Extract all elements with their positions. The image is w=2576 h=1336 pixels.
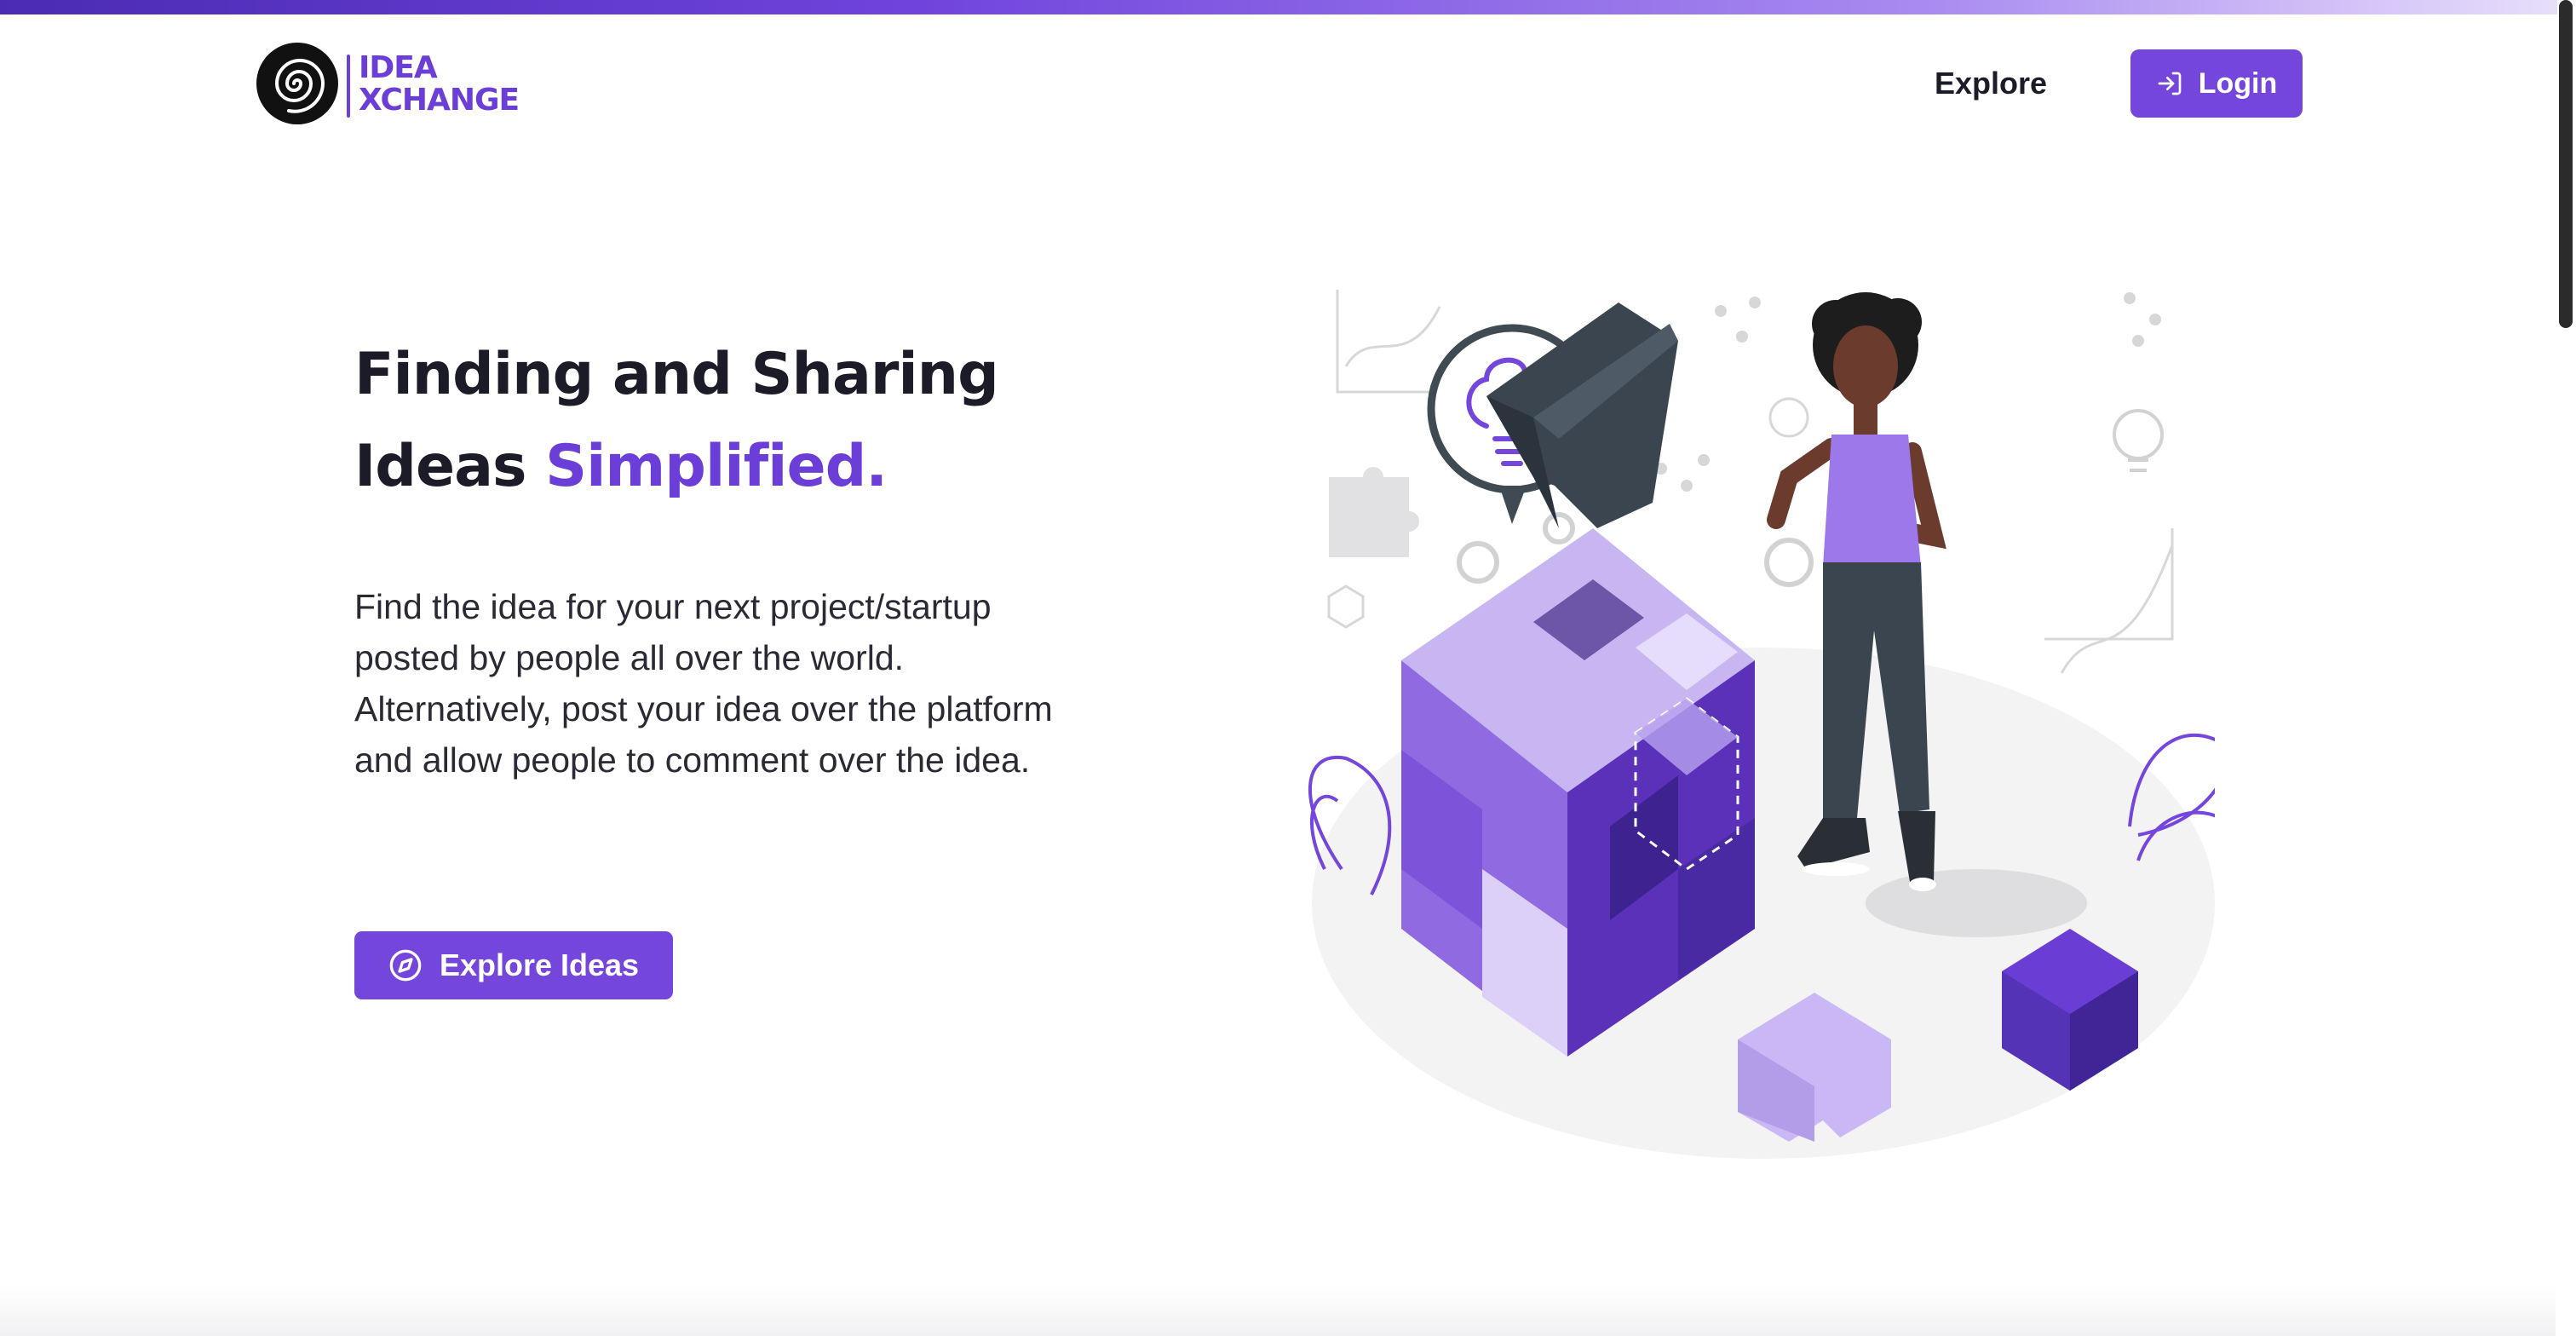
spiral-logo-icon [256, 43, 338, 124]
top-gradient-bar [0, 0, 2576, 14]
explore-ideas-label: Explore Ideas [439, 947, 640, 982]
puzzle-cube-woman-illustration [1308, 290, 2215, 1159]
login-arrow-icon [2158, 72, 2182, 95]
next-section-edge [0, 1285, 2556, 1336]
hero-description: Find the idea for your next project/star… [354, 587, 1053, 780]
logo-divider [347, 55, 350, 118]
logo-word-xchange: XCHANGE [359, 83, 520, 118]
site-logo[interactable]: IDEA XCHANGE [255, 41, 544, 130]
hero-title-line2: Ideas [354, 433, 546, 500]
logo-word-idea: IDEA [359, 50, 438, 85]
vertical-scrollbar[interactable] [2557, 0, 2576, 1336]
scrollbar-thumb[interactable] [2559, 0, 2573, 328]
hero-title-accent: Simplified. [545, 433, 888, 500]
nav-explore-link[interactable]: Explore [1927, 61, 2055, 106]
hero-title: Finding and Sharing Ideas Simplified. [354, 329, 1121, 513]
hero-title-line1: Finding and Sharing [354, 341, 999, 408]
login-button-label: Login [2198, 66, 2278, 100]
explore-ideas-button[interactable]: Explore Ideas [354, 931, 673, 999]
login-button[interactable]: Login [2130, 49, 2303, 118]
compass-icon [389, 949, 422, 982]
